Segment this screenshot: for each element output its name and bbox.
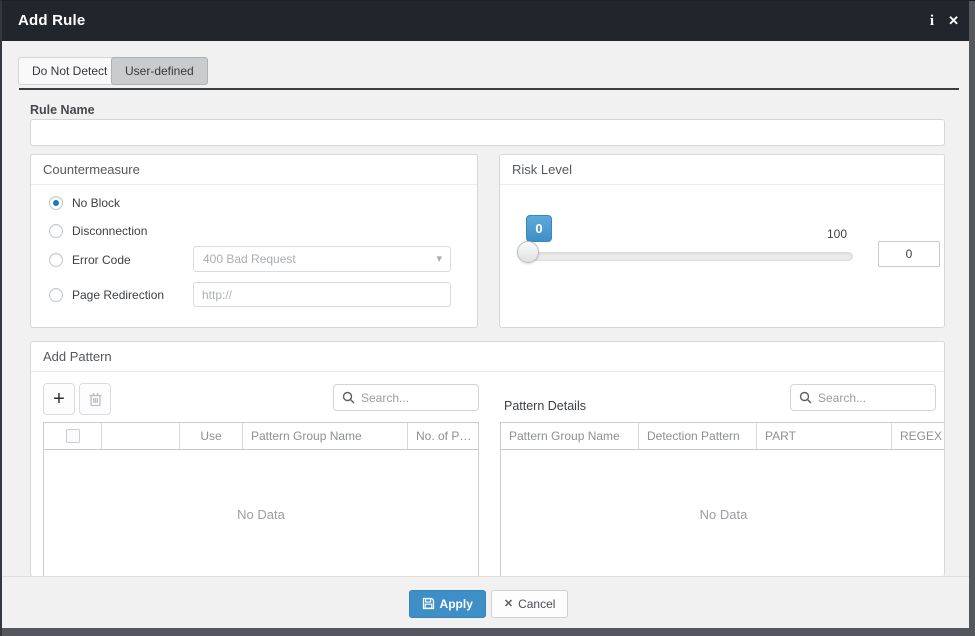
header-regex: REGEX [892,423,945,449]
info-icon[interactable]: i [930,13,934,30]
risk-slider-track[interactable] [527,252,853,261]
rule-name-label: Rule Name [30,103,95,117]
radio-no-block-label: No Block [72,196,120,210]
trash-icon [88,391,103,407]
search-icon [342,391,355,404]
error-code-select[interactable]: 400 Bad Request ▾ [193,246,451,272]
table-header-row: Pattern Group Name Detection Pattern PAR… [501,423,945,450]
header-part: PART [757,423,892,449]
radio-page-redirection[interactable]: Page Redirection [49,288,164,302]
add-pattern-panel: Add Pattern + [30,341,945,577]
header-pattern-group-name: Pattern Group Name [501,423,639,449]
chevron-down-icon: ▾ [436,247,442,271]
radio-disconnection[interactable]: Disconnection [49,224,147,238]
radio-icon [49,224,63,238]
cancel-button[interactable]: ✕ Cancel [491,590,569,618]
pattern-search-input[interactable] [361,391,470,405]
pattern-search-box [333,384,479,411]
header-no-of-patterns: No. of P… [408,423,480,449]
table-body: No Data [501,450,945,577]
risk-value-input[interactable] [878,241,940,267]
radio-no-block[interactable]: No Block [49,196,120,210]
select-all-header-cell [44,423,102,449]
tab-user-defined[interactable]: User-defined [111,57,208,85]
redirect-url-input[interactable] [193,282,451,307]
header-empty [102,423,180,449]
add-pattern-title: Add Pattern [31,342,944,372]
tab-divider [19,88,959,90]
rule-name-input[interactable] [30,119,945,146]
apply-label: Apply [440,597,473,611]
risk-slider-handle[interactable] [517,241,539,263]
radio-icon [49,288,63,302]
details-search-input[interactable] [818,391,927,405]
radio-error-code[interactable]: Error Code [49,253,131,267]
table-header-row: Use Pattern Group Name No. of P… [44,423,478,450]
slider-max-label: 100 [827,227,847,241]
close-icon[interactable]: ✕ [948,13,959,29]
plus-icon: + [53,389,65,409]
no-data-text: No Data [700,507,748,522]
countermeasure-panel: Countermeasure No Block Disconnection Er… [30,154,478,328]
risk-level-panel: Risk Level 0 100 [499,154,945,328]
cancel-x-icon: ✕ [504,597,513,610]
header-detection-pattern: Detection Pattern [639,423,757,449]
countermeasure-title: Countermeasure [31,155,477,185]
no-data-text: No Data [237,507,285,522]
select-all-checkbox[interactable] [66,429,80,443]
error-code-select-value: 400 Bad Request [203,252,296,266]
add-pattern-button[interactable]: + [43,383,75,415]
radio-page-redirection-label: Page Redirection [72,288,164,302]
pattern-group-table: Use Pattern Group Name No. of P… No Data [43,422,479,577]
details-search-box [790,384,936,411]
radio-icon [49,196,63,210]
dialog-titlebar: Add Rule i ✕ [2,1,975,41]
radio-error-code-label: Error Code [72,253,131,267]
header-pattern-group-name: Pattern Group Name [243,423,408,449]
search-icon [799,391,812,404]
pattern-details-label: Pattern Details [504,399,586,413]
slider-value-badge: 0 [526,215,552,242]
pattern-details-table: Pattern Group Name Detection Pattern PAR… [500,422,945,577]
header-use: Use [180,423,243,449]
dialog-footer: Apply ✕ Cancel [2,576,975,630]
table-body: No Data [44,450,478,577]
add-rule-dialog: Add Rule i ✕ Do Not Detect User-defined … [0,0,975,636]
window-edge-bottom [2,628,975,636]
apply-button[interactable]: Apply [409,590,486,618]
dialog-title: Add Rule [18,1,85,41]
radio-disconnection-label: Disconnection [72,224,147,238]
risk-level-title: Risk Level [500,155,944,185]
save-icon [422,597,435,610]
cancel-label: Cancel [518,597,555,611]
tab-do-not-detect[interactable]: Do Not Detect [18,57,121,85]
window-edge-right [969,1,975,636]
radio-icon [49,253,63,267]
delete-pattern-button[interactable] [79,383,111,415]
pattern-details-table-clip: Pattern Group Name Detection Pattern PAR… [500,422,945,577]
